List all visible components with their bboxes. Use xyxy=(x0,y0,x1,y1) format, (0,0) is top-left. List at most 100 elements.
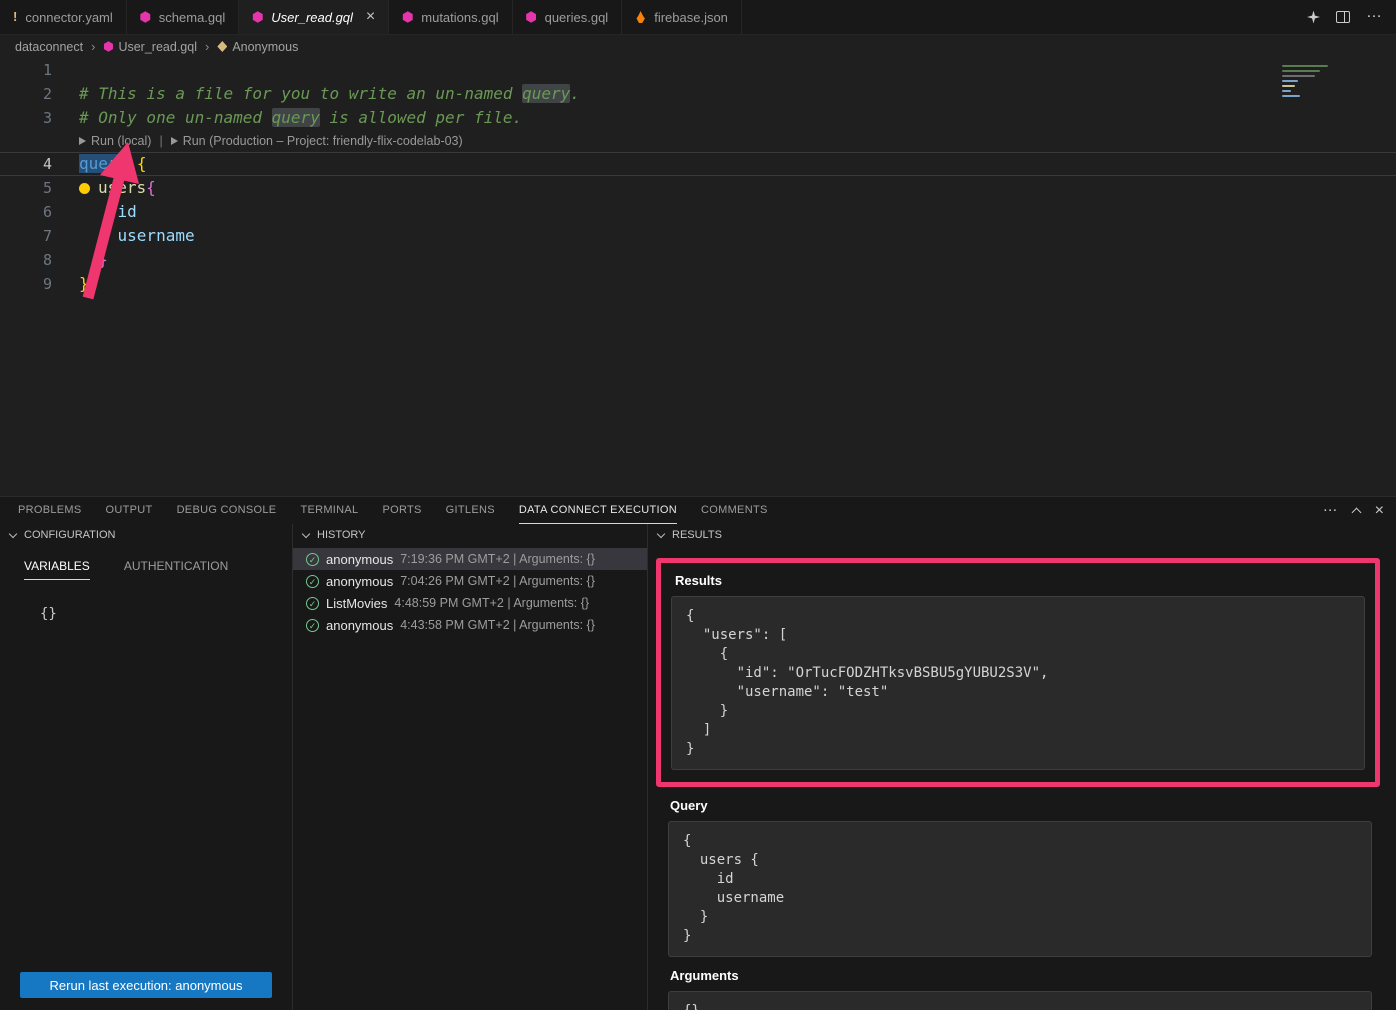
breadcrumb-label: User_read.gql xyxy=(118,40,197,54)
chevron-right-icon: › xyxy=(205,39,209,54)
history-item[interactable]: anonymous4:43:58 PM GMT+2 | Arguments: {… xyxy=(293,614,647,636)
panel-close-icon[interactable] xyxy=(1375,502,1384,520)
split-editor-icon[interactable] xyxy=(1336,11,1350,23)
breadcrumb-item-anonymous[interactable]: Anonymous xyxy=(217,40,298,54)
panel-tab-comments[interactable]: COMMENTS xyxy=(701,497,768,524)
history-item[interactable]: anonymous7:19:36 PM GMT+2 | Arguments: {… xyxy=(293,548,647,570)
code-line[interactable]: 7 username xyxy=(0,224,1396,248)
variables-value[interactable]: {} xyxy=(40,606,292,622)
panel-tab-debug-console[interactable]: DEBUG CONSOLE xyxy=(177,497,277,524)
rerun-button[interactable]: Rerun last execution: anonymous xyxy=(20,972,272,998)
tab-label: firebase.json xyxy=(654,10,728,25)
graphql-icon xyxy=(103,41,113,52)
history-list: anonymous7:19:36 PM GMT+2 | Arguments: {… xyxy=(293,548,647,636)
line-content: id xyxy=(79,200,137,224)
line-content: username xyxy=(79,224,195,248)
arguments-block[interactable]: {} xyxy=(668,991,1372,1010)
chevron-down-icon[interactable] xyxy=(302,529,310,537)
panel-tab-output[interactable]: OUTPUT xyxy=(106,497,153,524)
token: } xyxy=(79,250,108,269)
tab-queries-gql[interactable]: queries.gql xyxy=(513,0,623,34)
annotation-highlight-box: Results { "users": [ { "id": "OrTucFODZH… xyxy=(656,558,1380,787)
panel-tab-problems[interactable]: PROBLEMS xyxy=(18,497,82,524)
results-scroll[interactable]: Results { "users": [ { "id": "OrTucFODZH… xyxy=(648,546,1396,1010)
panel-more-actions-icon[interactable] xyxy=(1323,502,1338,520)
panel-body: CONFIGURATION VARIABLES AUTHENTICATION {}… xyxy=(0,524,1396,1010)
line-content: query { xyxy=(79,153,146,175)
minimap[interactable] xyxy=(1282,62,1382,122)
more-actions-icon[interactable] xyxy=(1366,8,1382,26)
code-line[interactable]: 9} xyxy=(0,272,1396,296)
tab-label: queries.gql xyxy=(545,10,609,25)
panel-actions xyxy=(1323,497,1384,524)
line-content: } xyxy=(79,272,89,296)
check-icon xyxy=(306,575,319,588)
results-title: RESULTS xyxy=(672,529,722,541)
lightbulb-icon[interactable] xyxy=(79,183,90,194)
history-item[interactable]: ListMovies4:48:59 PM GMT+2 | Arguments: … xyxy=(293,592,647,614)
sparkle-icon[interactable] xyxy=(1307,11,1320,24)
config-tab-variables[interactable]: VARIABLES xyxy=(24,559,90,580)
tab-user-read-gql[interactable]: User_read.gql × xyxy=(239,0,389,34)
check-icon xyxy=(306,619,319,632)
code-line[interactable]: 6 id xyxy=(0,200,1396,224)
run-local-link[interactable]: Run (local) xyxy=(79,134,151,148)
panel-tab-ports[interactable]: PORTS xyxy=(382,497,421,524)
configuration-title: CONFIGURATION xyxy=(24,529,115,541)
token: } xyxy=(79,274,89,293)
tab-label: User_read.gql xyxy=(271,10,353,25)
graphql-icon xyxy=(526,11,537,23)
results-header: RESULTS xyxy=(648,524,1396,546)
editor-tab-bar: !connector.yamlschema.gql User_read.gql × m… xyxy=(0,0,1396,35)
query-label: Query xyxy=(670,798,1380,813)
codelens-content: Run (local) | Run (Production – Project: f… xyxy=(79,130,463,152)
tab-mutations-gql[interactable]: mutations.gql xyxy=(389,0,512,34)
graphql-icon xyxy=(402,11,413,23)
tab-connector-yaml[interactable]: !connector.yaml xyxy=(0,0,127,34)
code-line[interactable]: 2# This is a file for you to write an un… xyxy=(0,82,1396,106)
line-number: 1 xyxy=(0,58,52,82)
graphql-icon xyxy=(252,11,263,23)
line-content: } xyxy=(79,248,108,272)
history-detail: 7:04:26 PM GMT+2 | Arguments: {} xyxy=(400,574,595,588)
breadcrumb-label: Anonymous xyxy=(232,40,298,54)
symbol-icon xyxy=(217,41,227,52)
config-tab-authentication[interactable]: AUTHENTICATION xyxy=(124,559,228,580)
code-line[interactable]: 8 } xyxy=(0,248,1396,272)
close-icon[interactable]: × xyxy=(366,9,375,25)
run-production-link[interactable]: Run (Production – Project: friendly-flix… xyxy=(171,134,463,148)
panel-tab-terminal[interactable]: TERMINAL xyxy=(300,497,358,524)
breadcrumb-item-user-read-gql[interactable]: User_read.gql xyxy=(103,40,197,54)
results-json-block[interactable]: { "users": [ { "id": "OrTucFODZHTksvBSBU… xyxy=(671,596,1365,770)
panel-tab-data-connect-execution[interactable]: DATA CONNECT EXECUTION xyxy=(519,497,677,524)
query-block[interactable]: { users { id username } } xyxy=(668,821,1372,957)
history-item[interactable]: anonymous7:04:26 PM GMT+2 | Arguments: {… xyxy=(293,570,647,592)
breadcrumb: dataconnect›User_read.gql›Anonymous xyxy=(0,35,1396,58)
panel-maximize-icon[interactable] xyxy=(1351,507,1361,517)
arguments-label: Arguments xyxy=(670,968,1380,983)
code-line[interactable]: 3# Only one un-named query is allowed pe… xyxy=(0,106,1396,130)
chevron-down-icon[interactable] xyxy=(657,529,665,537)
editor-code: 12# This is a file for you to write an u… xyxy=(0,58,1396,296)
line-content: # Only one un-named query is allowed per… xyxy=(79,106,522,130)
chevron-down-icon[interactable] xyxy=(9,529,17,537)
panel-tab-gitlens[interactable]: GITLENS xyxy=(446,497,495,524)
codelens-divider: | xyxy=(159,134,162,148)
run-icon xyxy=(171,137,178,145)
code-line[interactable]: 1 xyxy=(0,58,1396,82)
code-editor[interactable]: 12# This is a file for you to write an u… xyxy=(0,58,1396,496)
configuration-header: CONFIGURATION xyxy=(0,524,292,546)
token xyxy=(127,154,137,173)
history-title: HISTORY xyxy=(317,529,366,541)
token: { xyxy=(146,178,156,197)
tab-schema-gql[interactable]: schema.gql xyxy=(127,0,239,34)
tab-firebase-json[interactable]: firebase.json xyxy=(622,0,742,34)
history-detail: 7:19:36 PM GMT+2 | Arguments: {} xyxy=(400,552,595,566)
token: . xyxy=(570,84,580,103)
run-icon xyxy=(79,137,86,145)
bottom-panel: PROBLEMS OUTPUT DEBUG CONSOLE TERMINAL PORTS… xyxy=(0,496,1396,1010)
line-number: 6 xyxy=(0,200,52,224)
code-line[interactable]: 5users{ xyxy=(0,176,1396,200)
breadcrumb-item-dataconnect[interactable]: dataconnect xyxy=(15,40,83,54)
code-line[interactable]: 4query { xyxy=(0,152,1396,176)
